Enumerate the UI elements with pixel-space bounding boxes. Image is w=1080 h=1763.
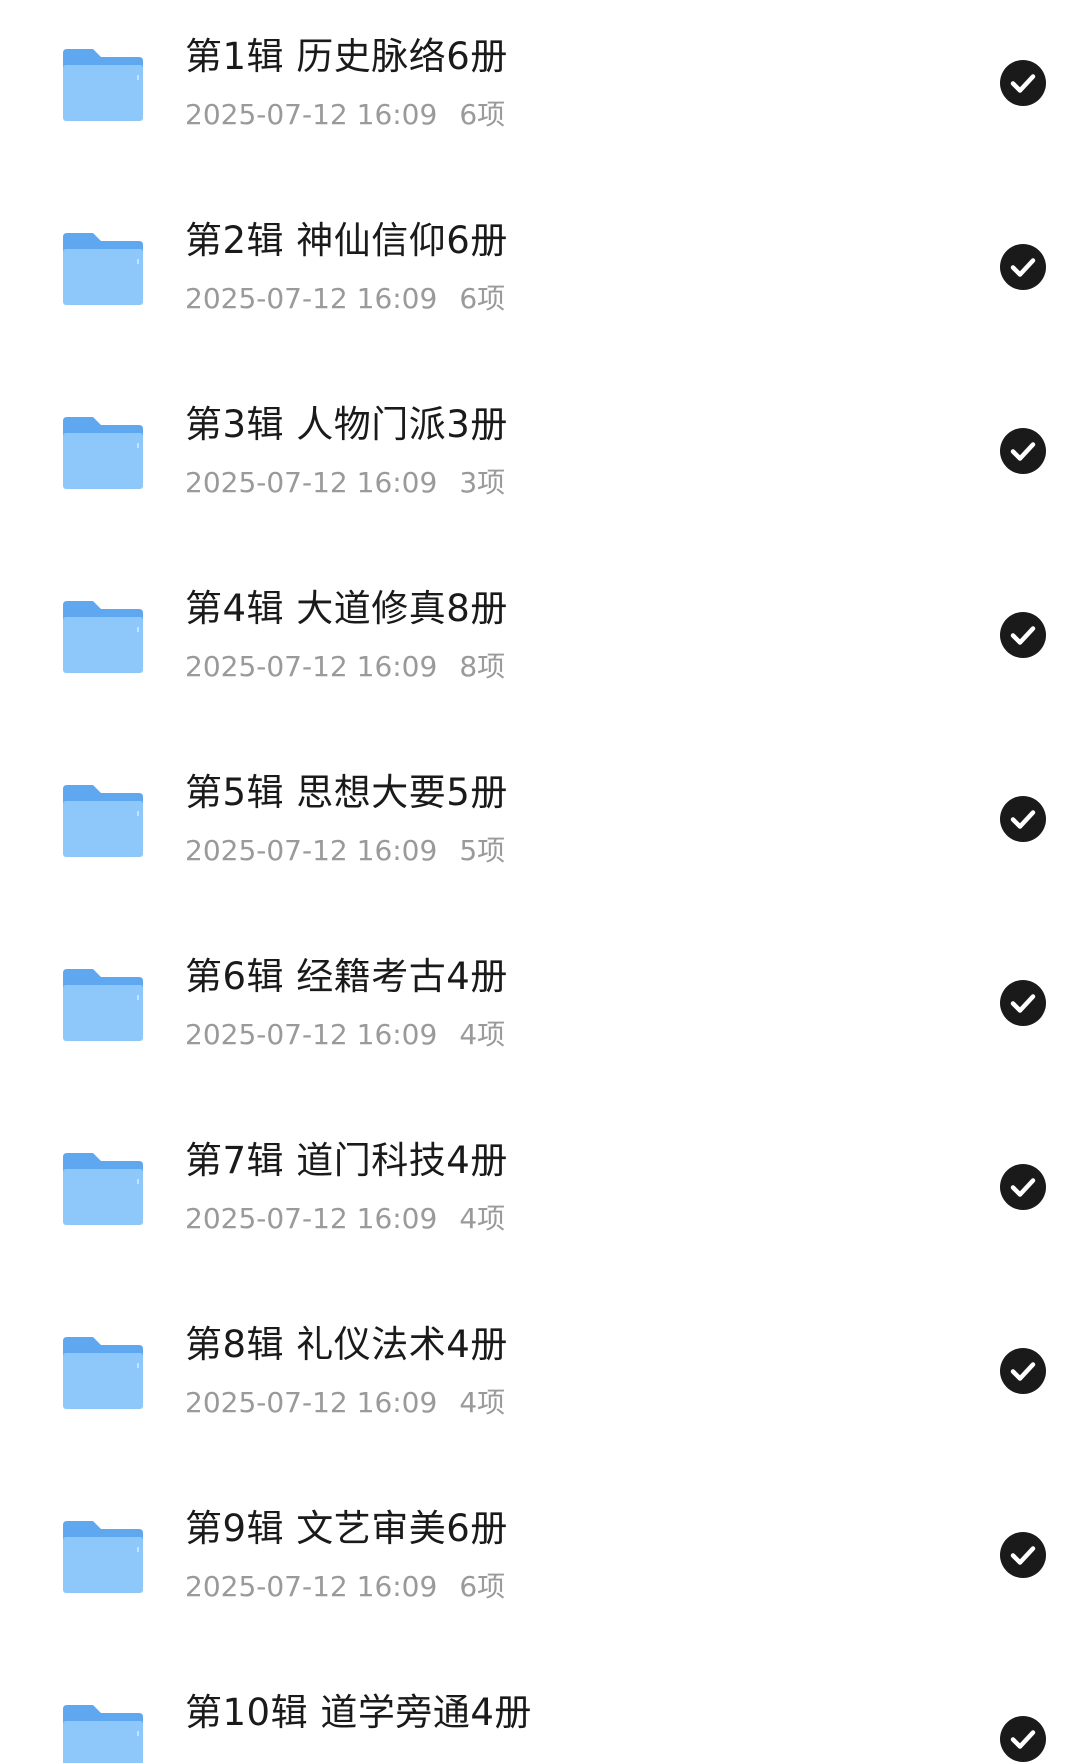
- check-circle-icon[interactable]: [1000, 60, 1046, 106]
- folder-item-count: 6项: [459, 1570, 506, 1603]
- check-circle-icon[interactable]: [1000, 428, 1046, 474]
- folder-item-count: 6项: [459, 98, 506, 131]
- folder-date: 2025-07-12 16:09: [185, 834, 438, 867]
- check-circle-icon[interactable]: [1000, 1716, 1046, 1762]
- folder-date: 2025-07-12 16:09: [185, 1570, 438, 1603]
- folder-meta: 2025-07-12 16:09 5项: [185, 834, 505, 868]
- folder-name: 第10辑 道学旁通4册: [185, 1691, 532, 1734]
- folder-name: 第8辑 礼仪法术4册: [185, 1323, 508, 1366]
- check-circle-icon[interactable]: [1000, 796, 1046, 842]
- folder-row[interactable]: 第8辑 礼仪法术4册 2025-07-12 16:09 4项: [0, 1288, 1080, 1472]
- folder-name: 第1辑 历史脉络6册: [185, 35, 508, 78]
- folder-item-count: 4项: [459, 1202, 506, 1235]
- folder-icon: [59, 415, 147, 491]
- folder-row[interactable]: 第6辑 经籍考古4册 2025-07-12 16:09 4项: [0, 920, 1080, 1104]
- folder-name: 第5辑 思想大要5册: [185, 771, 508, 814]
- check-circle-icon[interactable]: [1000, 1348, 1046, 1394]
- folder-row[interactable]: 第4辑 大道修真8册 2025-07-12 16:09 8项: [0, 552, 1080, 736]
- folder-name: 第7辑 道门科技4册: [185, 1139, 508, 1182]
- check-circle-icon[interactable]: [1000, 612, 1046, 658]
- folder-date: 2025-07-12 16:09: [185, 650, 438, 683]
- folder-name: 第6辑 经籍考古4册: [185, 955, 508, 998]
- folder-item-count: 4项: [459, 1386, 506, 1419]
- check-circle-icon[interactable]: [1000, 1164, 1046, 1210]
- folder-name: 第4辑 大道修真8册: [185, 587, 508, 630]
- folder-item-count: 6项: [459, 282, 506, 315]
- folder-item-count: 8项: [459, 650, 506, 683]
- folder-icon: [59, 1519, 147, 1595]
- folder-icon: [59, 1335, 147, 1411]
- folder-meta: 2025-07-12 16:09 4项: [185, 1386, 505, 1420]
- check-circle-icon[interactable]: [1000, 980, 1046, 1026]
- folder-icon: [59, 1151, 147, 1227]
- folder-item-count: 4项: [459, 1018, 506, 1051]
- folder-icon: [59, 967, 147, 1043]
- folder-name: 第2辑 神仙信仰6册: [185, 219, 508, 262]
- folder-meta: 2025-07-12 16:09 4项: [185, 1202, 505, 1236]
- folder-row[interactable]: 第1辑 历史脉络6册 2025-07-12 16:09 6项: [0, 0, 1080, 184]
- folder-row[interactable]: 第2辑 神仙信仰6册 2025-07-12 16:09 6项: [0, 184, 1080, 368]
- folder-date: 2025-07-12 16:09: [185, 1386, 438, 1419]
- folder-icon: [59, 599, 147, 675]
- folder-icon: [59, 231, 147, 307]
- folder-date: 2025-07-12 16:09: [185, 1018, 438, 1051]
- folder-row[interactable]: 第10辑 道学旁通4册: [0, 1656, 1080, 1763]
- folder-date: 2025-07-12 16:09: [185, 1202, 438, 1235]
- folder-icon: [59, 47, 147, 123]
- folder-row[interactable]: 第9辑 文艺审美6册 2025-07-12 16:09 6项: [0, 1472, 1080, 1656]
- folder-meta: 2025-07-12 16:09 3项: [185, 466, 505, 500]
- folder-meta: 2025-07-12 16:09 8项: [185, 650, 505, 684]
- folder-row[interactable]: 第3辑 人物门派3册 2025-07-12 16:09 3项: [0, 368, 1080, 552]
- folder-meta: 2025-07-12 16:09 6项: [185, 1570, 505, 1604]
- check-circle-icon[interactable]: [1000, 244, 1046, 290]
- folder-icon: [59, 1703, 147, 1763]
- check-circle-icon[interactable]: [1000, 1532, 1046, 1578]
- folder-item-count: 3项: [459, 466, 506, 499]
- folder-name: 第9辑 文艺审美6册: [185, 1507, 508, 1550]
- folder-name: 第3辑 人物门派3册: [185, 403, 508, 446]
- folder-row[interactable]: 第7辑 道门科技4册 2025-07-12 16:09 4项: [0, 1104, 1080, 1288]
- folder-date: 2025-07-12 16:09: [185, 98, 438, 131]
- folder-icon: [59, 783, 147, 859]
- folder-meta: 2025-07-12 16:09 4项: [185, 1018, 505, 1052]
- folder-meta: 2025-07-12 16:09 6项: [185, 282, 505, 316]
- folder-date: 2025-07-12 16:09: [185, 282, 438, 315]
- folder-list: 第1辑 历史脉络6册 2025-07-12 16:09 6项 第2辑 神仙信仰6册…: [0, 0, 1080, 1763]
- folder-row[interactable]: 第5辑 思想大要5册 2025-07-12 16:09 5项: [0, 736, 1080, 920]
- folder-meta: 2025-07-12 16:09 6项: [185, 98, 505, 132]
- folder-date: 2025-07-12 16:09: [185, 466, 438, 499]
- folder-item-count: 5项: [459, 834, 506, 867]
